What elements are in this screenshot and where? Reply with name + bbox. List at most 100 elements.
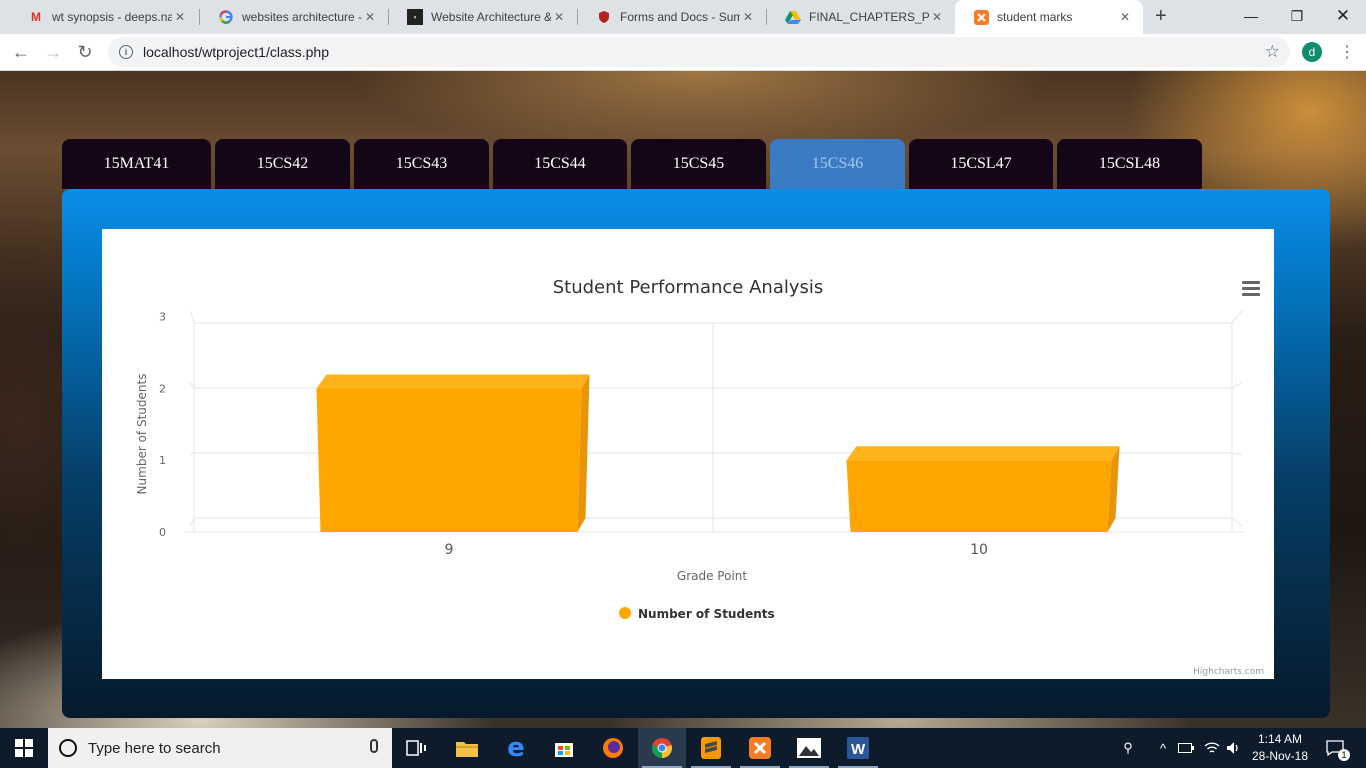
restore-icon[interactable]: ❐ xyxy=(1274,0,1320,32)
people-icon[interactable]: ⚲ xyxy=(1116,728,1140,768)
xampp-taskbar-icon[interactable] xyxy=(736,728,784,768)
action-center-icon[interactable]: 1 xyxy=(1320,728,1350,768)
address-bar[interactable]: i localhost/wtproject1/class.php ☆ xyxy=(108,37,1290,67)
y-tick-label: 3 xyxy=(159,311,166,324)
photos-icon[interactable] xyxy=(785,728,833,768)
microphone-icon[interactable] xyxy=(370,739,378,753)
tab-title: FINAL_CHAPTERS_PAGE xyxy=(809,10,929,24)
chart-bar-9[interactable] xyxy=(316,374,590,532)
bar-chart: 0 1 2 3 9 10 Student Performance Analysis Nu… xyxy=(135,277,1264,677)
y-axis-title: Number of Students xyxy=(135,374,149,495)
windows-taskbar: Type here to search e W ⚲ ^ 1:14 AM 28-N… xyxy=(0,728,1366,768)
close-tab-icon[interactable]: ✕ xyxy=(551,10,567,24)
chart-legend[interactable]: Number of Students xyxy=(619,607,775,621)
browser-tab-2[interactable]: websites architecture - G ✕ xyxy=(200,0,388,34)
course-tab-15CS44[interactable]: 15CS44 xyxy=(493,139,627,189)
firefox-icon[interactable] xyxy=(589,728,637,768)
chart-container: 0 1 2 3 9 10 Student Performance Analysis Nu… xyxy=(102,229,1274,679)
chart-title: Student Performance Analysis xyxy=(553,277,824,298)
course-tab-15CSL47[interactable]: 15CSL47 xyxy=(909,139,1053,189)
reload-icon[interactable]: ↻ xyxy=(72,40,98,64)
show-hidden-icons-chevron-icon[interactable]: ^ xyxy=(1154,728,1172,768)
back-arrow-icon[interactable]: ← xyxy=(8,40,34,64)
close-tab-icon[interactable]: ✕ xyxy=(172,10,188,24)
tab-title: Forms and Docs - Suma xyxy=(620,10,740,24)
shield-icon xyxy=(596,9,612,25)
x-tick-label: 9 xyxy=(445,542,454,558)
google-icon xyxy=(218,9,234,25)
minimize-icon[interactable]: — xyxy=(1228,0,1274,32)
browser-tab-6-active[interactable]: student marks ✕ xyxy=(955,0,1143,34)
y-tick-label: 2 xyxy=(159,382,166,395)
bar-top-face xyxy=(846,446,1120,461)
course-tab-15CS45[interactable]: 15CS45 xyxy=(631,139,766,189)
sublime-text-icon[interactable] xyxy=(687,728,735,768)
task-view-icon[interactable] xyxy=(392,728,440,768)
legend-label[interactable]: Number of Students xyxy=(638,607,775,621)
profile-avatar[interactable]: d xyxy=(1302,42,1322,62)
grid-line-right xyxy=(1231,310,1243,324)
chart-bar-10[interactable] xyxy=(846,446,1120,532)
close-tab-icon[interactable]: ✕ xyxy=(1117,10,1133,24)
forward-arrow-icon[interactable]: → xyxy=(40,40,66,64)
page-content: 15MAT41 15CS42 15CS43 15CS44 15CS45 15CS… xyxy=(0,71,1366,728)
tab-title: student marks xyxy=(997,10,1073,24)
new-tab-icon[interactable]: + xyxy=(1155,5,1167,28)
menu-kebab-icon[interactable]: ⋮ xyxy=(1339,42,1355,62)
course-tab-15CS43[interactable]: 15CS43 xyxy=(354,139,489,189)
cortana-icon xyxy=(59,739,77,757)
drive-icon xyxy=(785,9,801,25)
browser-tab-1[interactable]: M wt synopsis - deeps.nag ✕ xyxy=(10,0,198,34)
xampp-icon xyxy=(973,9,989,25)
notification-count-badge: 1 xyxy=(1338,749,1350,761)
course-tab-15CSL48[interactable]: 15CSL48 xyxy=(1057,139,1202,189)
y-tick-label: 0 xyxy=(159,526,166,539)
bar-front-face xyxy=(316,388,582,532)
browser-tab-5[interactable]: FINAL_CHAPTERS_PAGE ✕ xyxy=(767,0,955,34)
course-tab-15CS42[interactable]: 15CS42 xyxy=(215,139,350,189)
clock-time: 1:14 AM xyxy=(1257,732,1303,746)
grid-line-left xyxy=(189,517,195,527)
browser-toolbar: ← → ↻ i localhost/wtproject1/class.php ☆… xyxy=(0,34,1366,71)
course-tab-15CS46[interactable]: 15CS46 xyxy=(770,139,905,189)
volume-icon[interactable] xyxy=(1224,728,1244,768)
chart-bars: 9 10 xyxy=(316,374,1120,558)
bar-top-face xyxy=(316,374,590,389)
chrome-icon[interactable] xyxy=(638,728,686,768)
file-explorer-icon[interactable] xyxy=(443,728,491,768)
battery-icon[interactable] xyxy=(1176,728,1196,768)
close-tab-icon[interactable]: ✕ xyxy=(929,10,945,24)
tab-title: Website Architecture & xyxy=(431,10,551,24)
bookmark-star-icon[interactable]: ☆ xyxy=(1265,42,1280,62)
system-clock[interactable]: 1:14 AM 28-Nov-18 xyxy=(1244,731,1316,765)
bar-front-face xyxy=(846,460,1112,532)
grid-line-right xyxy=(1231,517,1243,527)
svg-text:W: W xyxy=(851,741,866,758)
y-tick-label: 1 xyxy=(159,454,166,467)
tab-title: wt synopsis - deeps.nag xyxy=(52,10,172,24)
course-tab-15MAT41[interactable]: 15MAT41 xyxy=(62,139,211,189)
browser-tab-4[interactable]: Forms and Docs - Suma ✕ xyxy=(578,0,766,34)
store-icon[interactable] xyxy=(540,728,588,768)
word-icon[interactable]: W xyxy=(834,728,882,768)
windows-start-icon[interactable] xyxy=(0,728,48,768)
x-tick-label: 10 xyxy=(970,542,988,558)
close-tab-icon[interactable]: ✕ xyxy=(362,10,378,24)
grid-line-right xyxy=(1231,452,1243,455)
x-axis-title: Grade Point xyxy=(677,569,747,583)
chart-credits[interactable]: Highcharts.com xyxy=(1193,667,1264,677)
content-panel: 0 1 2 3 9 10 Student Performance Analysis Nu… xyxy=(62,189,1330,718)
clock-date: 28-Nov-18 xyxy=(1251,749,1309,763)
browser-tab-strip: M wt synopsis - deeps.nag ✕ websites arc… xyxy=(0,0,1366,34)
browser-tab-3[interactable]: ▪ Website Architecture & ✕ xyxy=(389,0,577,34)
edge-icon[interactable]: e xyxy=(492,728,540,768)
taskbar-search-box[interactable]: Type here to search xyxy=(48,728,392,768)
url-text[interactable]: localhost/wtproject1/class.php xyxy=(143,44,329,60)
chart-menu-icon[interactable] xyxy=(1242,281,1260,297)
info-icon[interactable]: i xyxy=(119,45,133,59)
close-tab-icon[interactable]: ✕ xyxy=(740,10,756,24)
grid-line-left xyxy=(189,452,195,455)
search-placeholder[interactable]: Type here to search xyxy=(88,740,221,757)
close-window-icon[interactable]: ✕ xyxy=(1320,0,1366,32)
wifi-icon[interactable] xyxy=(1200,728,1224,768)
